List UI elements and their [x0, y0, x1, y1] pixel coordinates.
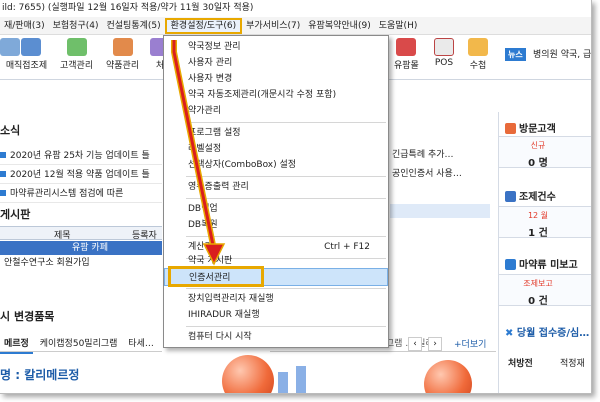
app-window: ild: 7655) (실행파일 12월 16일자 적용/약가 11월 30일자… [0, 0, 592, 394]
annotation-arrow-icon [171, 40, 226, 266]
